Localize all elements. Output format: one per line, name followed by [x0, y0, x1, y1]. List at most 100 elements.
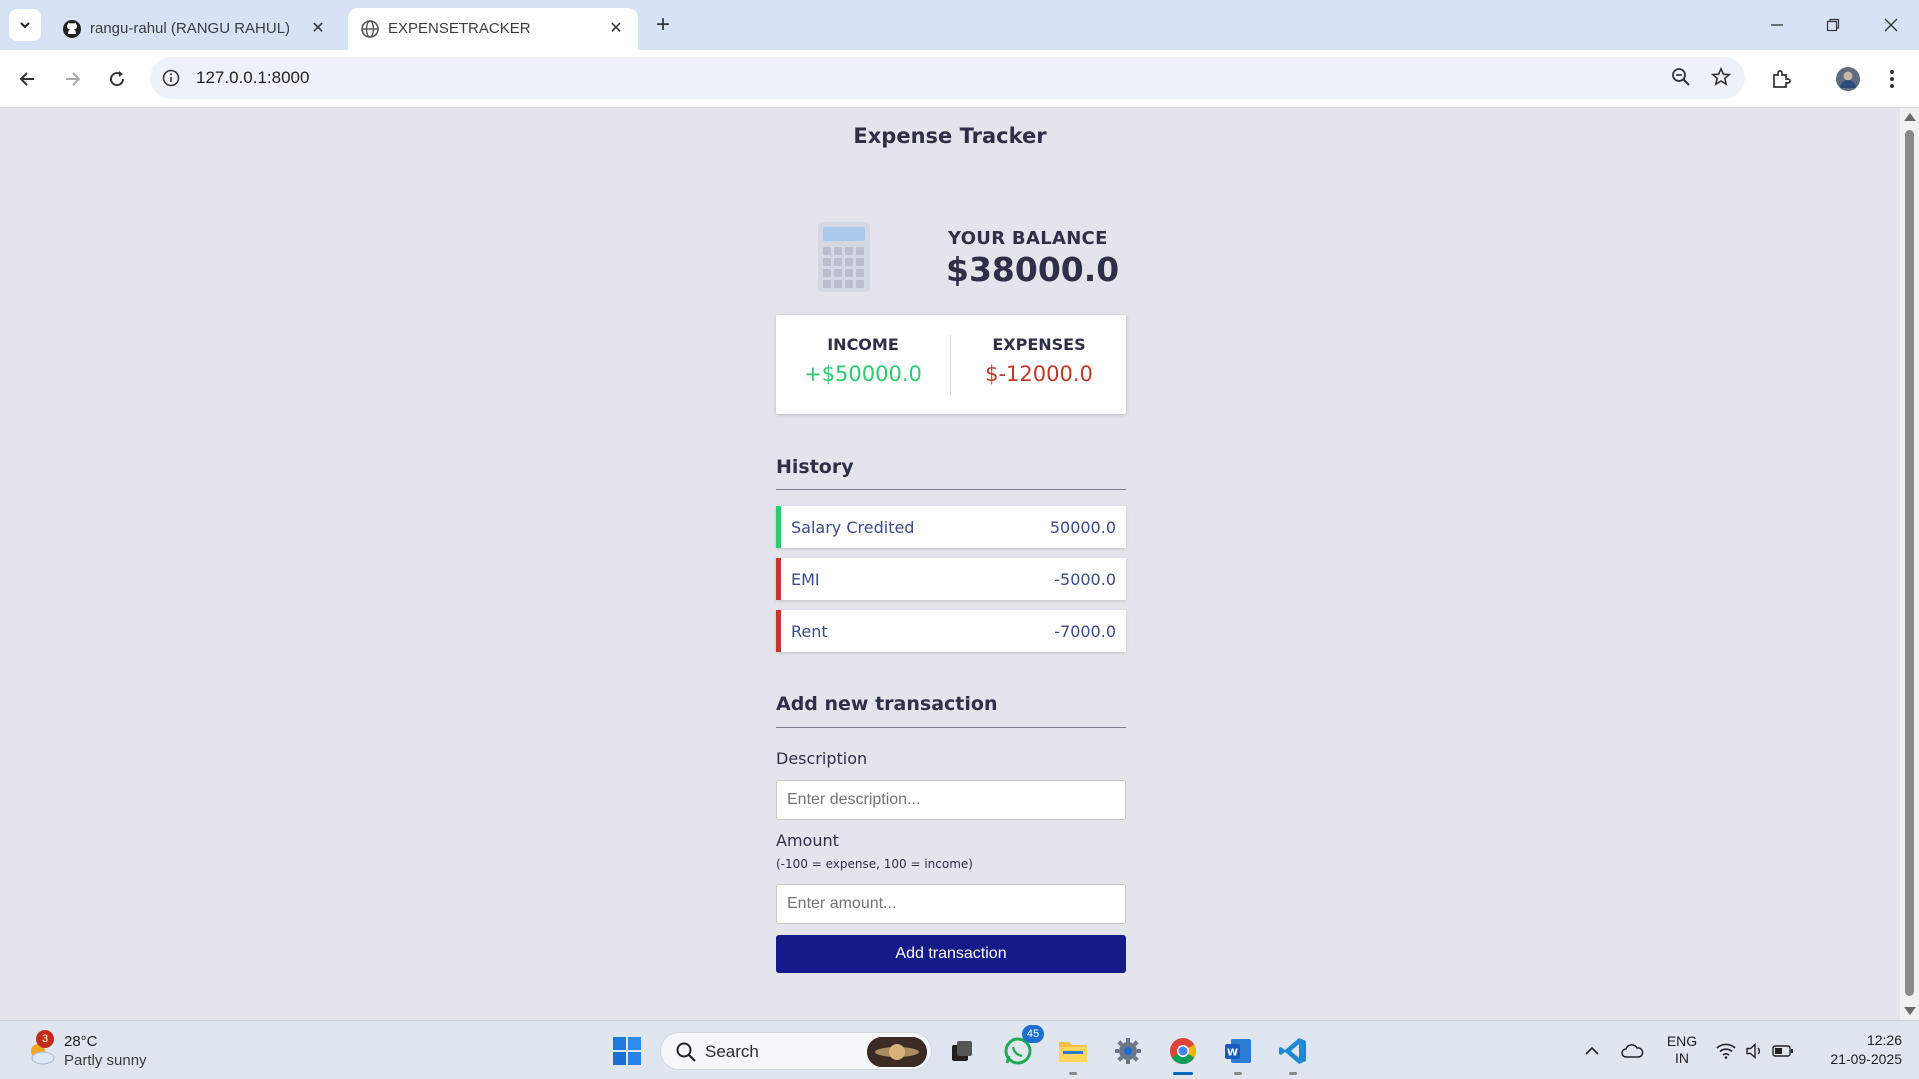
- windows-logo-icon: [613, 1037, 641, 1065]
- history-item-salary-credited[interactable]: Salary Credited 50000.0: [776, 506, 1126, 548]
- vscode-app[interactable]: [1273, 1031, 1313, 1075]
- puzzle-icon: [1773, 70, 1791, 88]
- arrow-right-icon: [66, 72, 81, 86]
- chevron-down-icon: [20, 22, 30, 29]
- settings-app[interactable]: [1108, 1031, 1148, 1071]
- task-view-button[interactable]: [942, 1031, 982, 1071]
- site-info-icon[interactable]: [160, 67, 182, 89]
- history-heading: History: [776, 456, 854, 478]
- close-icon[interactable]: ✕: [308, 18, 328, 38]
- income-expense-card: INCOME +$50000.0 EXPENSES $-12000.0: [776, 315, 1126, 414]
- profile-avatar[interactable]: [1832, 63, 1864, 95]
- wifi-icon: [1716, 1043, 1736, 1059]
- scrollbar-thumb[interactable]: [1905, 130, 1914, 996]
- close-icon: [1884, 18, 1898, 32]
- amount-label: Amount: [776, 831, 839, 850]
- expense-summary: EXPENSES $-12000.0: [952, 335, 1126, 386]
- close-icon[interactable]: ✕: [606, 18, 626, 38]
- description-input[interactable]: [776, 780, 1126, 820]
- reload-button[interactable]: [101, 63, 133, 95]
- minimize-button[interactable]: [1762, 10, 1792, 40]
- browser-tab-strip: rangu-rahul (RANGU RAHUL) ✕ EXPENSETRACK…: [0, 0, 1919, 50]
- language-code: ENG: [1666, 1033, 1698, 1049]
- reload-icon: [110, 71, 125, 87]
- add-transaction-divider: [776, 727, 1126, 728]
- github-icon: [63, 20, 81, 38]
- bookmark-star-icon[interactable]: [1710, 66, 1732, 91]
- onedrive-button[interactable]: [1612, 1031, 1652, 1071]
- expense-label: EXPENSES: [992, 335, 1086, 354]
- start-button[interactable]: [607, 1031, 647, 1071]
- language-indicator[interactable]: ENG IN: [1664, 1033, 1700, 1079]
- file-explorer-app[interactable]: [1053, 1031, 1093, 1075]
- scroll-up-arrow-icon[interactable]: [1904, 113, 1916, 121]
- income-summary: INCOME +$50000.0: [776, 335, 950, 386]
- word-app[interactable]: W: [1218, 1031, 1258, 1075]
- arrow-left-icon: [19, 72, 34, 86]
- balance-label: YOUR BALANCE: [948, 228, 1108, 249]
- folder-icon: [1059, 1042, 1087, 1062]
- whatsapp-app[interactable]: 45: [998, 1025, 1044, 1071]
- weather-temperature: 28°C: [64, 1033, 98, 1050]
- history-item-emi[interactable]: EMI -5000.0: [776, 558, 1126, 600]
- history-item-rent[interactable]: Rent -7000.0: [776, 610, 1126, 652]
- tab-search-button[interactable]: [9, 9, 41, 41]
- extensions-button[interactable]: [1766, 63, 1798, 95]
- tab-github[interactable]: rangu-rahul (RANGU RAHUL) ✕: [50, 8, 340, 50]
- back-button[interactable]: [12, 63, 44, 95]
- amount-hint: (-100 = expense, 100 = income): [776, 857, 973, 871]
- history-divider: [776, 489, 1126, 490]
- search-icon: [676, 1042, 696, 1062]
- vscode-icon: [1279, 1038, 1306, 1064]
- scroll-down-arrow-icon[interactable]: [1904, 1007, 1916, 1015]
- word-icon: W: [1225, 1039, 1251, 1063]
- battery-button[interactable]: [1763, 1031, 1803, 1071]
- weather-alert-badge: 3: [36, 1030, 54, 1048]
- new-tab-button[interactable]: +: [650, 11, 676, 38]
- page-scrollbar[interactable]: [1900, 108, 1919, 1020]
- history-item-amount: -7000.0: [1054, 622, 1116, 641]
- amount-input[interactable]: [776, 884, 1126, 924]
- taskbar-clock[interactable]: 12:26 21-09-2025: [1812, 1031, 1902, 1079]
- history-item-amount: 50000.0: [1049, 518, 1116, 537]
- task-view-icon: [952, 1041, 972, 1061]
- balance-value: $38000.0: [946, 250, 1120, 289]
- expense-value: $-12000.0: [985, 362, 1093, 386]
- search-label: Search: [705, 1042, 759, 1061]
- browser-menu-button[interactable]: [1876, 63, 1908, 95]
- zoom-icon[interactable]: [1671, 67, 1691, 91]
- add-transaction-button[interactable]: Add transaction: [776, 935, 1126, 973]
- minimize-icon: [1771, 24, 1783, 26]
- history-item-amount: -5000.0: [1054, 570, 1116, 589]
- close-window-button[interactable]: [1876, 10, 1906, 40]
- tab-expensetracker[interactable]: EXPENSETRACKER ✕: [348, 8, 638, 50]
- income-label: INCOME: [827, 335, 899, 354]
- windows-taskbar: 3 28°C Partly sunny Search 45 W ENG IN 1…: [0, 1020, 1919, 1079]
- battery-icon: [1772, 1045, 1793, 1057]
- speaker-icon: [1746, 1043, 1760, 1059]
- forward-button[interactable]: [56, 63, 88, 95]
- cloud-icon: [1621, 1044, 1644, 1058]
- address-bar[interactable]: 127.0.0.1:8000: [150, 57, 1745, 99]
- whatsapp-unread-badge: 45: [1022, 1025, 1044, 1043]
- history-item-description: Salary Credited: [791, 518, 915, 537]
- restore-button[interactable]: [1818, 10, 1848, 40]
- search-highlight-image: [867, 1037, 927, 1067]
- chrome-app[interactable]: [1163, 1031, 1203, 1075]
- history-item-description: EMI: [791, 570, 820, 589]
- browser-toolbar: 127.0.0.1:8000: [0, 50, 1919, 108]
- weather-widget[interactable]: 3 28°C Partly sunny: [22, 1030, 182, 1072]
- chevron-up-icon: [1585, 1046, 1599, 1055]
- avatar-icon: [1836, 67, 1860, 91]
- history-item-description: Rent: [791, 622, 828, 641]
- region-code: IN: [1675, 1050, 1689, 1066]
- add-transaction-heading: Add new transaction: [776, 693, 998, 715]
- page-viewport: Expense Tracker YOUR BALANCE $38000.0 IN…: [0, 108, 1900, 1020]
- taskbar-search-box[interactable]: Search: [660, 1032, 932, 1070]
- svg-text:W: W: [1227, 1048, 1238, 1059]
- clock-date: 21-09-2025: [1830, 1051, 1902, 1067]
- weather-condition: Partly sunny: [64, 1052, 147, 1069]
- url-text[interactable]: 127.0.0.1:8000: [196, 68, 309, 88]
- tab-title: rangu-rahul (RANGU RAHUL): [90, 20, 291, 37]
- show-hidden-icons-button[interactable]: [1572, 1031, 1612, 1071]
